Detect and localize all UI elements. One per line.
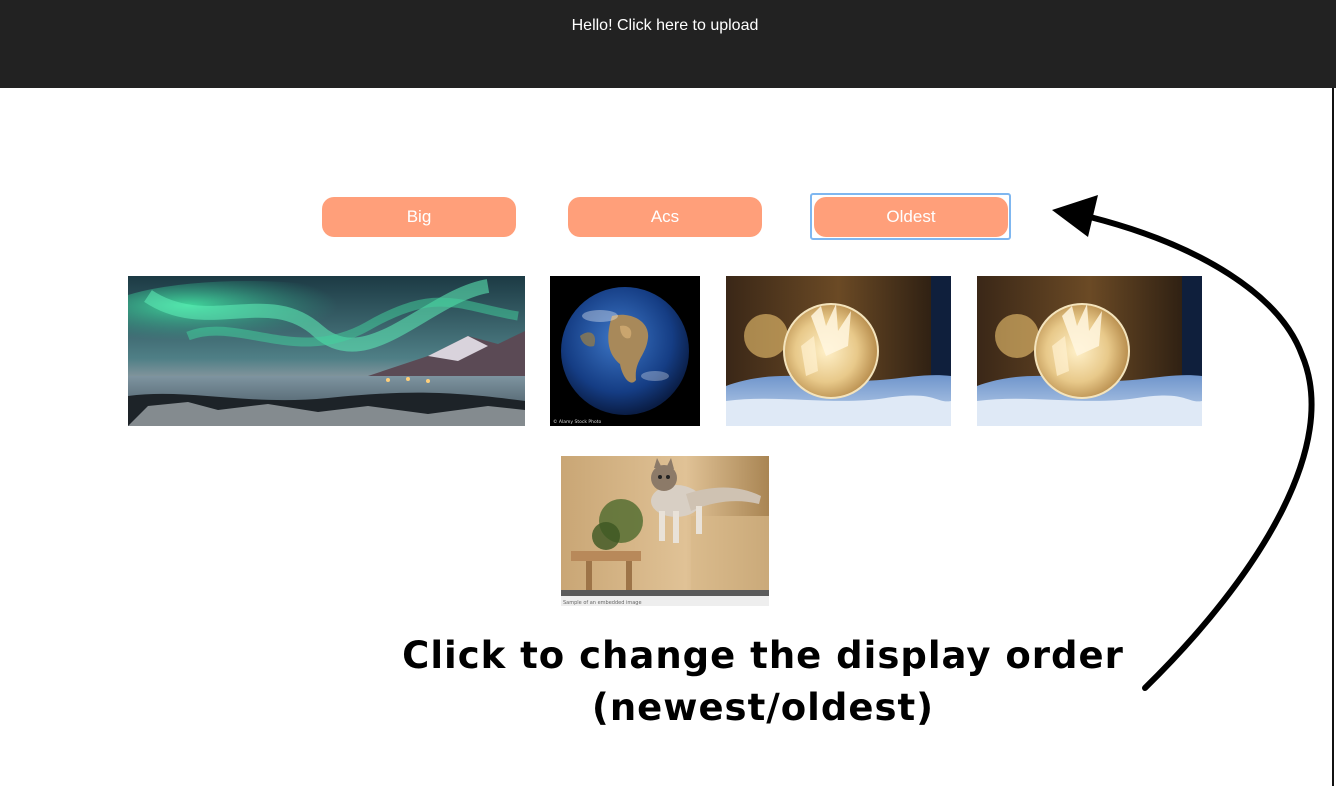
curved-arrow-icon — [1052, 195, 1315, 691]
annotation-text: Click to change the display order (newes… — [400, 630, 1126, 734]
gallery-image-earth[interactable]: © Alamy Stock Photo — [550, 276, 700, 426]
window-edge — [1332, 88, 1334, 786]
upload-link[interactable]: Hello! Click here to upload — [0, 17, 1330, 35]
app-page: Hello! Click here to upload Big Acs Olde… — [0, 0, 1336, 786]
gallery-image-kitten[interactable]: Sample of an embedded image — [561, 456, 769, 606]
gallery-image-aurora[interactable] — [128, 276, 525, 426]
annotation-line-1: Click to change the display order — [402, 634, 1124, 677]
earth-caption: © Alamy Stock Photo — [553, 418, 601, 425]
kitten-caption: Sample of an embedded image — [563, 600, 642, 606]
sort-big-button[interactable]: Big — [322, 197, 516, 237]
sort-acs-button[interactable]: Acs — [568, 197, 762, 237]
annotation-line-2: (newest/oldest) — [591, 686, 935, 729]
sort-oldest-button[interactable]: Oldest — [814, 197, 1008, 237]
gallery-image-bubble[interactable] — [726, 276, 951, 426]
top-header-bar: Hello! Click here to upload — [0, 0, 1336, 88]
